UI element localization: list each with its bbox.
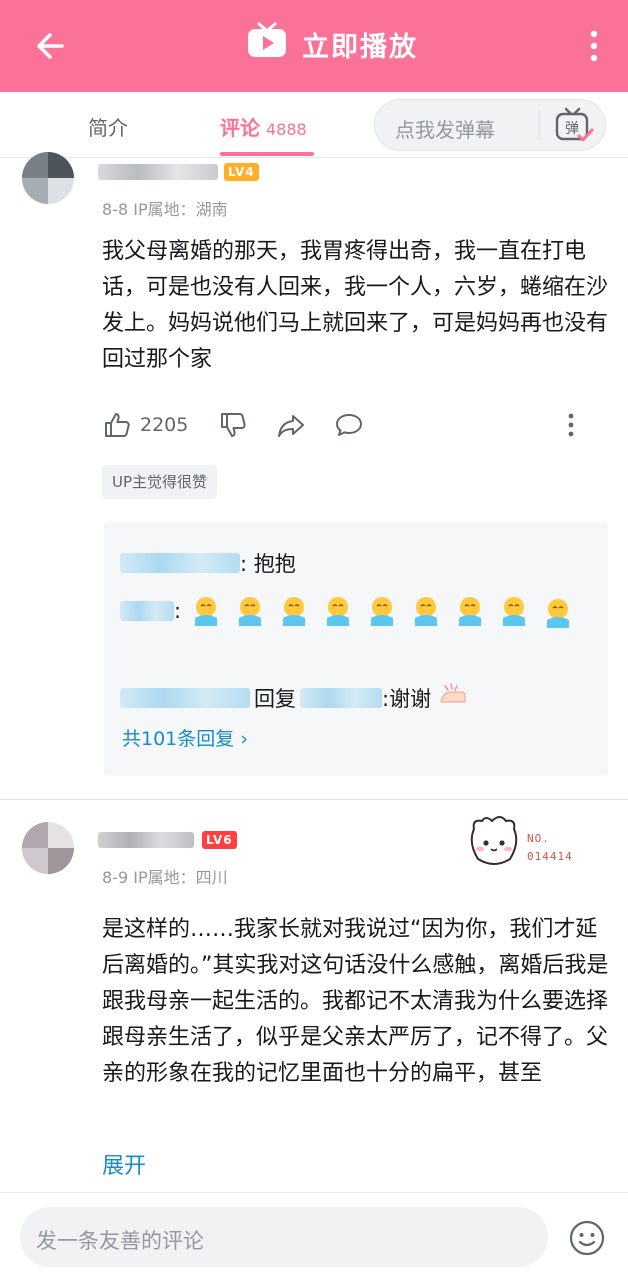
comment-compose-bar: 发一条友善的评论 (0, 1192, 628, 1280)
thumbs-down-icon (221, 413, 246, 437)
mascot-icon (470, 816, 518, 865)
reply-item[interactable]: : 抱抱 (120, 548, 296, 578)
more-vertical-icon[interactable] (584, 26, 604, 66)
comment-input-placeholder: 发一条友善的评论 (36, 1229, 204, 1253)
avatar[interactable] (22, 822, 74, 874)
hug-emoji-icon (497, 594, 531, 628)
level-badge: LV6 (202, 831, 237, 849)
comment-text: 我父母离婚的那天，我胃疼得出奇，我一直在打电话，可是也没有人回来，我一个人，六岁… (102, 239, 609, 372)
up-liked-badge: UP主觉得很赞 (102, 465, 218, 499)
fan-number-label: NO. (527, 832, 550, 845)
comment-input[interactable]: 发一条友善的评论 (20, 1207, 548, 1267)
hug-emoji-icon (453, 594, 487, 628)
tv-play-icon (246, 22, 288, 66)
back-arrow-icon[interactable] (28, 26, 68, 66)
danmaku-divider (539, 110, 540, 140)
reply-text: :谢谢 (382, 686, 432, 711)
tab-comments-count: 4888 (266, 120, 307, 139)
view-all-replies-label: 共101条回复 (122, 728, 235, 750)
hug-emoji-icon (277, 594, 311, 628)
like-button[interactable]: 2205 (102, 410, 188, 440)
svg-text:弹: 弹 (565, 121, 579, 137)
comment-bubble-icon (336, 414, 362, 436)
chevron-right-icon: › (240, 728, 248, 750)
comment-date: 8-8 (102, 200, 129, 219)
tab-comments[interactable]: 评论 4888 (220, 112, 307, 141)
emoji-face-icon[interactable] (568, 1219, 606, 1257)
comment-more-button[interactable] (556, 410, 586, 440)
reply-button[interactable] (334, 410, 364, 440)
level-badge: LV4 (224, 163, 259, 181)
tab-comments-label: 评论 (220, 116, 260, 140)
reply-username-blurred[interactable] (120, 687, 250, 708)
reply-preview-box[interactable]: : 抱抱 : 回复 :谢谢 共101条回复 › (104, 522, 608, 776)
danmaku-bar: 点我发弹幕 弹 (374, 99, 606, 151)
thumbs-up-icon (105, 413, 130, 437)
like-count: 2205 (140, 414, 189, 436)
avatar[interactable] (22, 152, 74, 204)
comment-date: 8-9 (102, 868, 129, 887)
comment-meta: 8-8 IP属地：湖南 (102, 196, 228, 220)
username-blurred[interactable] (98, 832, 194, 848)
username-blurred[interactable] (98, 164, 218, 180)
danmaku-input[interactable]: 点我发弹幕 (395, 114, 495, 143)
dislike-button[interactable] (218, 410, 248, 440)
top-bar: 立即播放 (0, 0, 628, 92)
comment-ip: IP属地：湖南 (133, 200, 228, 219)
reply-item[interactable]: 回复 :谢谢 (120, 682, 469, 713)
comment-divider (0, 799, 628, 800)
fan-number-value: 014414 (527, 850, 573, 863)
hug-emoji-icon (365, 594, 399, 628)
share-icon (278, 415, 304, 437)
tab-intro[interactable]: 简介 (88, 112, 128, 141)
reply-username-blurred[interactable] (120, 601, 174, 621)
hands-emoji-icon (435, 682, 469, 713)
comment-text: 是这样的……我家长就对我说过“因为你，我们才延后离婚的。”其实我对这句话没什么感… (102, 917, 609, 1086)
hug-emoji-icon (541, 596, 575, 630)
more-vertical-icon (568, 413, 574, 437)
reply-text: : (174, 599, 182, 623)
tab-active-indicator (220, 152, 314, 156)
play-now-label: 立即播放 (302, 31, 418, 63)
reply-text: : 抱抱 (240, 552, 296, 576)
reply-target-blurred[interactable] (300, 687, 382, 708)
hug-emoji-icon (233, 594, 267, 628)
expand-link[interactable]: 展开 (102, 1148, 146, 1180)
view-all-replies-link[interactable]: 共101条回复 › (122, 724, 248, 751)
hug-emoji-icon (409, 594, 443, 628)
reply-username-blurred[interactable] (120, 553, 240, 573)
comment-meta: 8-9 IP属地：四川 (102, 864, 228, 888)
hug-emoji-icon (189, 594, 223, 628)
reply-word: 回复 (254, 686, 296, 711)
danmaku-toggle-icon[interactable]: 弹 (551, 106, 595, 146)
play-now-button[interactable]: 立即播放 (246, 22, 418, 66)
comment-ip: IP属地：四川 (133, 868, 228, 887)
reply-item[interactable]: : (120, 592, 590, 630)
hug-emoji-icon (321, 594, 355, 628)
share-button[interactable] (276, 410, 306, 440)
